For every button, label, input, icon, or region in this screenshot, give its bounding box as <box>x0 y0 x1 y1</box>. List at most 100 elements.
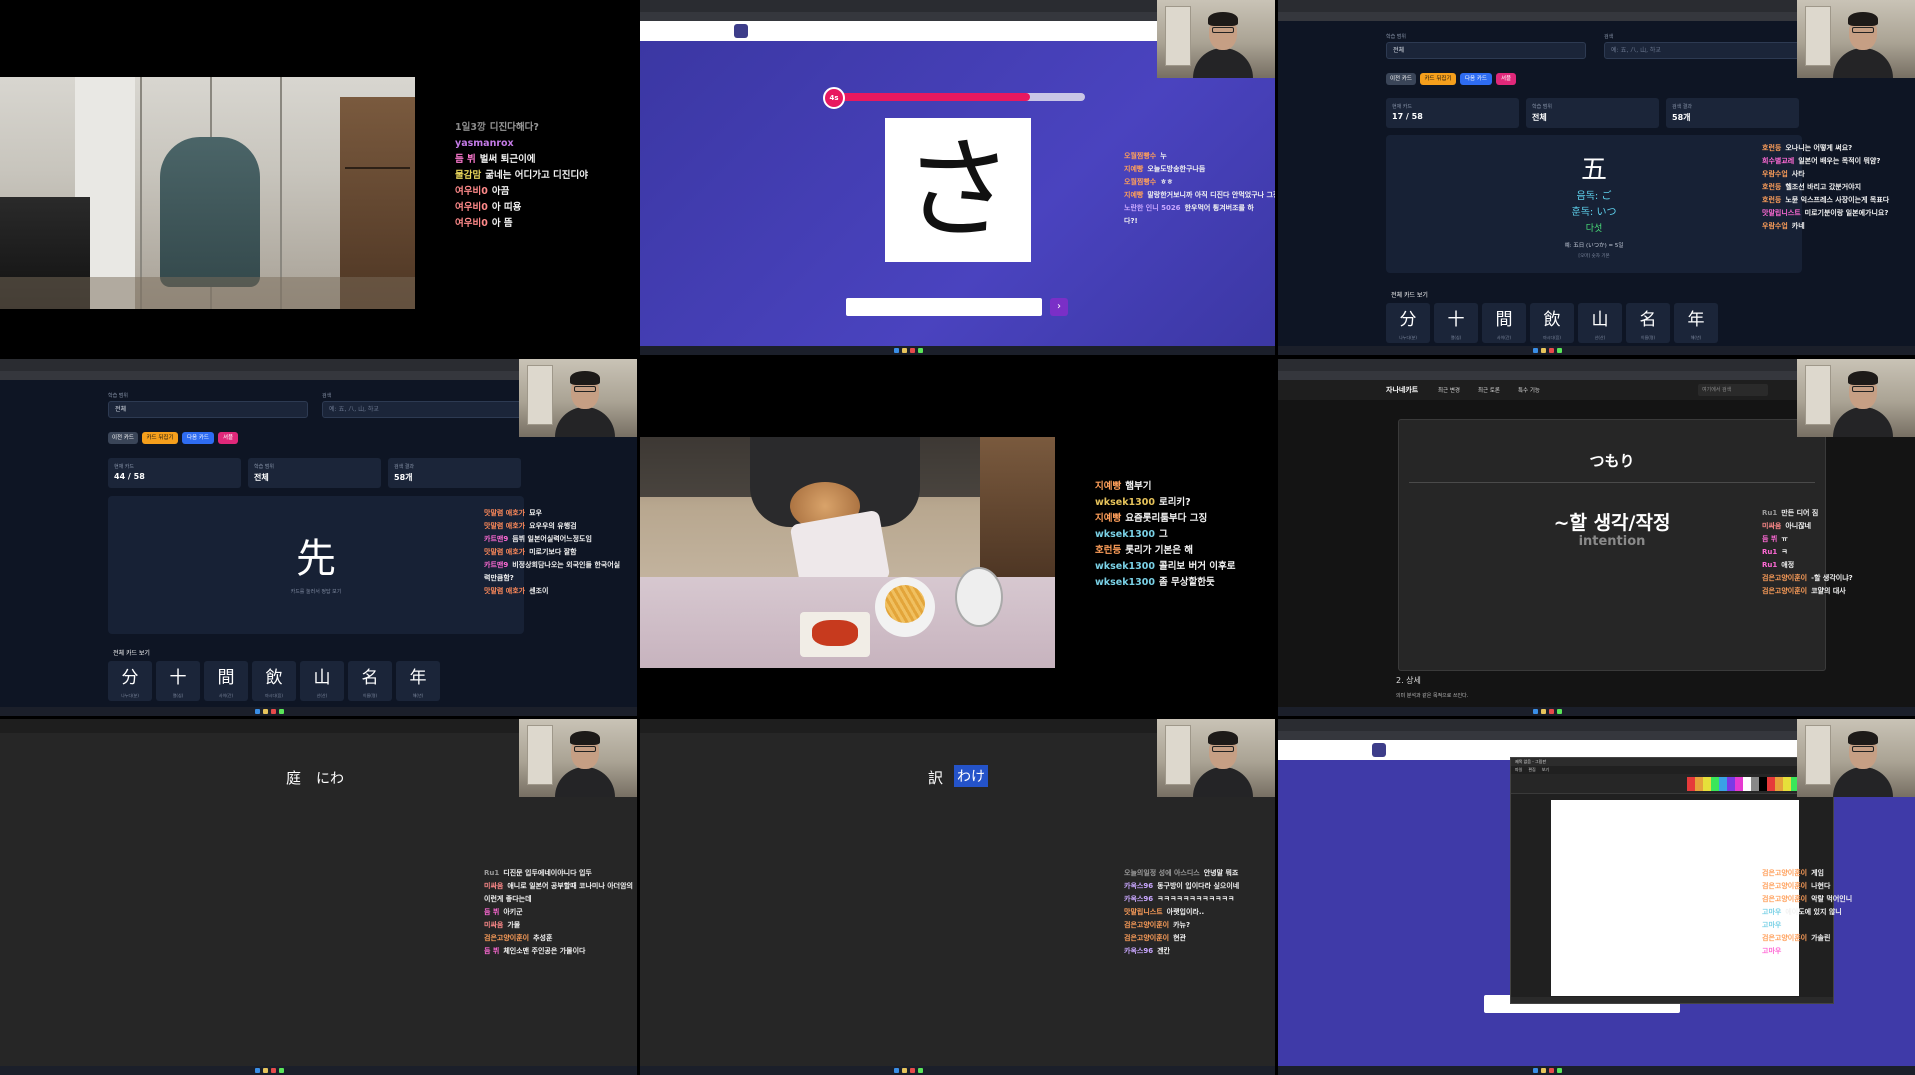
chat-text: ㅋㅋㅋㅋㅋㅋㅋㅋㅋㅋㅋㅋ <box>1157 895 1235 903</box>
flip-card-button[interactable]: 카드 뒤집기 <box>142 432 178 444</box>
kanji-list-item[interactable]: 名 이름(명) <box>1626 303 1670 343</box>
chat-message: 검은고양이훈이 카뉴? <box>1124 919 1239 932</box>
taskbar[interactable] <box>0 707 637 716</box>
chat-username: Ru1 <box>1762 548 1778 556</box>
submit-button[interactable]: › <box>1050 298 1068 316</box>
chat-message: 여우비0 아끔 <box>455 184 588 200</box>
taskbar[interactable] <box>640 1066 1275 1075</box>
stat-current-card: 현재 카드 17 / 58 <box>1386 98 1519 128</box>
flashcard[interactable]: 五 음독: ご 훈독: いつ 다섯 예: 五日 (いつか) = 5일 [오마] … <box>1386 135 1802 273</box>
chat-text: 오늘도방송한구나듬 <box>1147 165 1206 173</box>
chat-message: 지예빵 요즘롯리툼부다 그징 <box>1095 511 1236 527</box>
flip-card-button[interactable]: 카드 뒤집기 <box>1420 73 1456 85</box>
chat-message: 물감맘 굶네는 어디가고 디진디야 <box>455 168 588 184</box>
kanji-list-item[interactable]: 山 산(산) <box>300 661 344 701</box>
chat-message: 검은고양이훈이 가솔린 <box>1762 932 1852 945</box>
kanji-list-item[interactable]: 十 열(십) <box>1434 303 1478 343</box>
taskbar[interactable] <box>0 1066 637 1075</box>
color-palette[interactable] <box>1687 777 1797 791</box>
viewer-kana-selected[interactable]: わけ <box>954 765 988 787</box>
viewer-kanji: 訳 <box>928 769 944 787</box>
kanji-list-item[interactable]: 飲 마시다(음) <box>1530 303 1574 343</box>
paint-menu-edit[interactable]: 편집 <box>1528 767 1535 773</box>
paint-menu-file[interactable]: 파일 <box>1515 767 1522 773</box>
chat-username: Ru1 <box>1762 509 1778 517</box>
webcam-overlay <box>519 719 637 797</box>
kanji-list-item[interactable]: 分 나누다(분) <box>1386 303 1430 343</box>
taskbar[interactable] <box>1278 707 1915 716</box>
chat-username: 맛말립니스트 <box>1124 908 1163 916</box>
prev-card-button[interactable]: 이전 카드 <box>108 432 138 444</box>
chat-text: 아끔 <box>491 186 510 197</box>
search-input[interactable]: 예: 五, 八, 山, 하교 <box>322 401 522 418</box>
paint-toolbar[interactable] <box>1511 774 1833 794</box>
site-logo[interactable] <box>734 24 748 38</box>
chat-message: 미싸움 아니잖네 <box>1762 520 1853 533</box>
paint-menu-view[interactable]: 보기 <box>1542 767 1549 773</box>
shuffle-button[interactable]: 셔플 <box>218 432 238 444</box>
nav-recent-discussions[interactable]: 최근 토론 <box>1478 386 1500 394</box>
chat-overlay: 오월찜빵수 누 지예빵 오늘도방송한구나듬 오월찜빵수 ㅎㅎ 지예빵 말랑한거보니까 아직 디… <box>1124 150 1275 228</box>
kanji-list-item[interactable]: 間 사이(간) <box>204 661 248 701</box>
stat-current-card: 현재 카드 44 / 58 <box>108 458 241 488</box>
chat-username: 맛말립니스트 <box>1762 209 1801 217</box>
chat-username: 검은고양이훈이 <box>1762 882 1808 890</box>
kanji-list-item[interactable]: 年 해(년) <box>396 661 440 701</box>
kana-glyph: さ <box>903 126 1013 254</box>
chat-username: wksek1300 <box>1095 497 1155 508</box>
cell-kanji-viewer-wake: 訳 わけ 오늘의일정 성에 아스디스 안녕말 뭐죠 카옥스96 동구방이 입이다라 싶… <box>640 719 1275 1075</box>
next-card-button[interactable]: 다음 카드 <box>1460 73 1492 85</box>
range-select[interactable]: 전체 <box>108 401 308 418</box>
kana-card: さ <box>885 118 1031 262</box>
taskbar[interactable] <box>1278 346 1915 355</box>
chat-text: 만든 디어 짐 <box>1781 509 1819 517</box>
chat-message: 검은고양이훈이 -할 생각이냐? <box>1762 572 1853 585</box>
chat-message: 검은고양이훈이 나현다 <box>1762 880 1852 893</box>
kanji-list-item[interactable]: 年 해(년) <box>1674 303 1718 343</box>
kanji-glyph: 先 <box>296 536 336 582</box>
cell-paint-drawing: 제목 없음 - 그림판 파일 편집 보기 검은고양이훈이 게임 검은고양이훈이 나현다… <box>1278 719 1915 1075</box>
nav-recent-changes[interactable]: 최근 변경 <box>1438 386 1460 394</box>
chat-username: wksek1300 <box>1095 577 1155 588</box>
chat-username: 맛말렴 애호가 <box>484 587 526 595</box>
kanji-list-item[interactable]: 十 열(십) <box>156 661 200 701</box>
chat-username: 우람수업 <box>1762 170 1788 178</box>
kanji-list: 分 나누다(분) 十 열(십) 間 사이(간) 飲 마시다(음) 山 산(산) 名 이름(명) 年 해(년… <box>1386 303 1718 343</box>
kanji-list-item[interactable]: 間 사이(간) <box>1482 303 1526 343</box>
next-card-button[interactable]: 다음 카드 <box>182 432 214 444</box>
viewer-kanji: 庭 <box>286 769 302 787</box>
kanji-list-item[interactable]: 名 이름(명) <box>348 661 392 701</box>
chat-message: wksek1300 콜리보 버거 이후로 <box>1095 559 1236 575</box>
taskbar[interactable] <box>1278 1066 1915 1075</box>
kanji-list-item[interactable]: 飲 마시다(음) <box>252 661 296 701</box>
prev-card-button[interactable]: 이전 카드 <box>1386 73 1416 85</box>
stat-results: 검색 결과 58개 <box>388 458 521 488</box>
example-note: [오마] 숫자 기본 <box>1578 254 1610 259</box>
chat-username: Ru1 <box>484 869 500 877</box>
chat-message: 듬 뷔 아키군 <box>484 906 633 919</box>
stat-results: 검색 결과 58개 <box>1666 98 1799 128</box>
chat-message: 력만큼함? <box>484 572 620 585</box>
timer-track <box>835 93 1085 101</box>
chat-text: 애니로 일본어 공부할때 코나미나 아더암의 <box>507 882 633 890</box>
chat-message: 검은고양이훈이 코얄의 대사 <box>1762 585 1853 598</box>
range-select[interactable]: 전체 <box>1386 42 1586 59</box>
chat-message: 호런등 노뮨 익스프레스 사장이는게 목표다 <box>1762 194 1889 207</box>
search-input[interactable]: 예: 五, 八, 山, 하교 <box>1604 42 1804 59</box>
kanji-list-item[interactable]: 分 나누다(분) <box>108 661 152 701</box>
site-logo[interactable] <box>1372 743 1386 757</box>
chat-message: 1일3깡 디진다해다? <box>455 120 588 136</box>
wiki-logo[interactable]: 자나네카트 <box>1386 385 1418 395</box>
shuffle-button[interactable]: 셔플 <box>1496 73 1516 85</box>
nav-special[interactable]: 특수 기능 <box>1518 386 1540 394</box>
chat-message: 맛말렴 애호가 미로기보다 잘함 <box>484 546 620 559</box>
taskbar[interactable] <box>640 346 1275 355</box>
wiki-search-input[interactable]: 여기에서 검색 <box>1698 384 1768 396</box>
chat-message: 미싸움 가물 <box>484 919 633 932</box>
chat-text: 미로기분이랑 일본에가니요? <box>1804 209 1889 217</box>
chat-username: 오늘의일정 성에 아스디스 <box>1124 869 1200 877</box>
chat-username: 여우비0 <box>455 218 488 229</box>
flashcard[interactable]: 先 카드를 눌러서 정답 보기 <box>108 496 524 634</box>
answer-input[interactable] <box>846 298 1042 316</box>
kanji-list-item[interactable]: 山 산(산) <box>1578 303 1622 343</box>
